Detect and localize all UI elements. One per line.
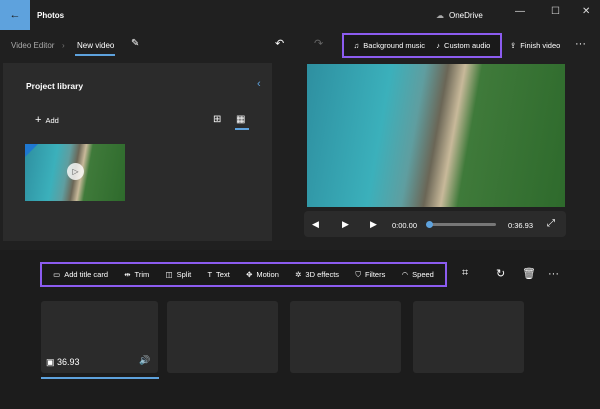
tool-trim-button[interactable]: ⇹ Trim xyxy=(124,270,149,279)
custom-audio-icon: ♪ xyxy=(436,41,441,50)
tool-label: Split xyxy=(176,270,192,279)
background-music-label: Background music xyxy=(363,41,425,50)
delete-icon[interactable]: 🗑 xyxy=(522,267,536,280)
tool-add-title-card-button[interactable]: ▭ Add title card xyxy=(53,270,108,279)
title-bar xyxy=(0,0,600,30)
close-button[interactable]: ✕ xyxy=(582,6,590,17)
rotate-icon[interactable]: ↻ xyxy=(496,267,505,280)
breadcrumb-video-editor[interactable]: Video Editor xyxy=(11,41,54,50)
large-grid-icon[interactable]: ⊞ xyxy=(213,114,221,125)
clip-duration: ▣ 36.93 xyxy=(46,357,80,368)
rename-pencil-icon[interactable]: ✎ xyxy=(131,38,139,49)
previous-frame-icon[interactable]: ◀ xyxy=(312,219,319,230)
trim-icon: ⇹ xyxy=(124,270,131,279)
seek-bar[interactable] xyxy=(428,223,496,226)
added-corner-marker xyxy=(25,144,38,157)
play-overlay-icon[interactable]: ▷ xyxy=(67,163,84,180)
tool-label: 3D effects xyxy=(305,270,340,279)
breadcrumb-separator: › xyxy=(62,41,65,50)
storyboard-more-button[interactable]: ··· xyxy=(548,268,559,280)
breadcrumb-current: New video xyxy=(77,41,115,50)
arrow-left-icon: ← xyxy=(9,9,21,21)
clip-selected-indicator xyxy=(41,377,159,379)
plus-icon: + xyxy=(35,114,42,126)
collapse-chevron-icon[interactable]: ‹ xyxy=(257,78,261,90)
video-preview xyxy=(307,64,565,207)
next-frame-icon[interactable]: ▶ xyxy=(370,219,377,230)
app-title: Photos xyxy=(37,11,65,20)
cloud-off-icon: ☁ xyxy=(436,11,444,20)
empty-storyboard-slot[interactable] xyxy=(290,301,401,373)
fullscreen-icon[interactable]: ⤢ xyxy=(547,218,555,229)
tool-label: Speed xyxy=(412,270,434,279)
text-icon: T xyxy=(207,270,213,279)
small-grid-icon[interactable]: ▦ xyxy=(236,114,245,125)
clip-duration-label: 36.93 xyxy=(57,357,80,367)
grid-selected-indicator xyxy=(235,128,249,130)
3d-effects-icon: ✲ xyxy=(295,270,302,279)
onedrive-label: OneDrive xyxy=(449,11,483,20)
custom-audio-label: Custom audio xyxy=(444,41,491,50)
export-icon: ⇪ xyxy=(510,41,517,50)
film-icon: ▣ xyxy=(46,357,55,367)
empty-storyboard-slot[interactable] xyxy=(167,301,278,373)
undo-icon[interactable]: ↶ xyxy=(275,37,284,50)
seek-thumb[interactable] xyxy=(426,221,433,228)
background-music-button[interactable]: ♫ Background music xyxy=(354,41,425,50)
duration: 0:36.93 xyxy=(508,221,534,230)
tool-motion-button[interactable]: ✥ Motion xyxy=(246,270,279,279)
tool-label: Filters xyxy=(364,270,386,279)
resize-icon[interactable]: ⌗ xyxy=(462,267,468,280)
split-icon: ◫ xyxy=(165,270,173,279)
tool-label: Text xyxy=(216,270,230,279)
tool-label: Add title card xyxy=(64,270,108,279)
tool-speed-button[interactable]: ◠ Speed xyxy=(402,270,434,279)
motion-icon: ✥ xyxy=(246,270,253,279)
onedrive-status[interactable]: ☁ OneDrive xyxy=(436,11,483,20)
edit-tools-group: ▭ Add title card ⇹ Trim ◫ Split T Text ✥ Motion ✲ 3… xyxy=(40,262,447,287)
tool-split-button[interactable]: ◫ Split xyxy=(166,270,192,279)
library-title: Project library xyxy=(26,81,84,91)
speed-icon: ◠ xyxy=(401,270,409,279)
music-note-icon: ♫ xyxy=(353,41,360,50)
minimize-button[interactable]: — xyxy=(515,6,525,17)
title-card-icon: ▭ xyxy=(53,270,61,279)
redo-icon[interactable]: ↷ xyxy=(314,37,323,50)
filters-icon: ⛉ xyxy=(355,269,361,279)
tool-filters-button[interactable]: ⛉ Filters xyxy=(355,270,385,280)
speaker-icon[interactable]: 🔊 xyxy=(139,355,150,366)
tab-underline xyxy=(75,54,115,56)
finish-video-button[interactable]: ⇪ Finish video xyxy=(510,41,560,50)
finish-video-label: Finish video xyxy=(520,41,561,50)
audio-toolbar-group: ♫ Background music ♪ Custom audio xyxy=(342,33,502,58)
maximize-button[interactable]: ☐ xyxy=(551,6,560,17)
add-media-button[interactable]: + Add xyxy=(35,114,59,126)
more-options-button[interactable]: ··· xyxy=(575,38,586,50)
tool-label: Motion xyxy=(256,270,279,279)
current-time: 0:00.00 xyxy=(392,221,418,230)
tool-text-button[interactable]: T Text xyxy=(207,270,229,279)
add-label: Add xyxy=(45,115,59,125)
empty-storyboard-slot[interactable] xyxy=(413,301,524,373)
back-button[interactable]: ← xyxy=(0,0,30,30)
tool-label: Trim xyxy=(134,270,150,279)
custom-audio-button[interactable]: ♪ Custom audio xyxy=(436,41,490,50)
tool-3d-effects-button[interactable]: ✲ 3D effects xyxy=(295,270,339,279)
play-icon[interactable]: ▶ xyxy=(342,219,349,230)
